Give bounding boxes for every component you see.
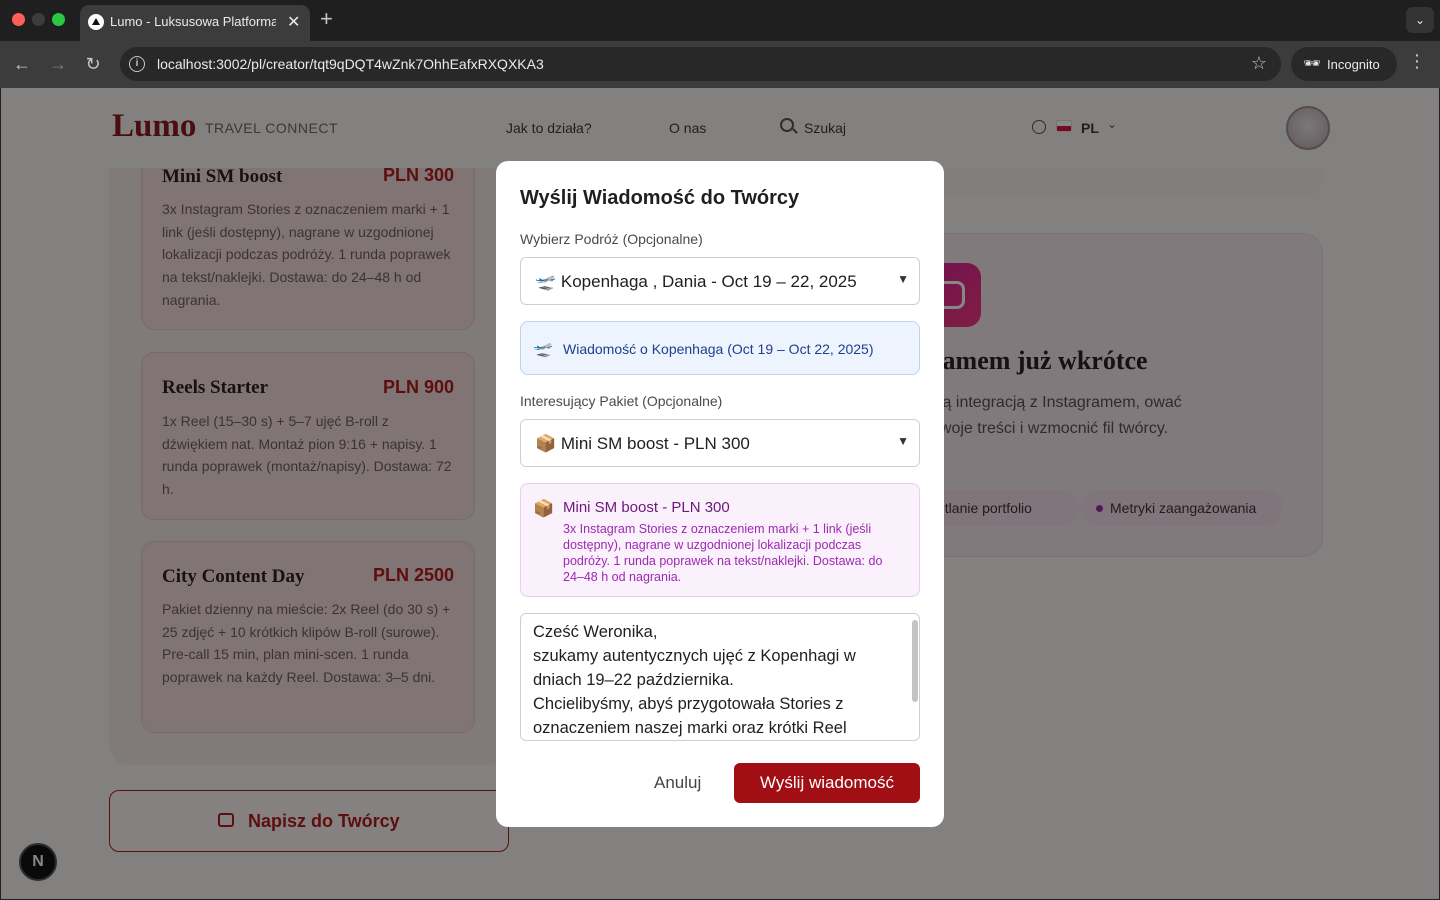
chevron-down-icon: ▼ (897, 434, 909, 448)
selected-trip-text: Wiadomość o Kopenhaga (Oct 19 – Oct 22, … (563, 341, 874, 357)
maximize-window-button[interactable] (52, 13, 65, 26)
page-viewport: Mini SM boost PLN 300 3x Instagram Stori… (1, 88, 1439, 899)
incognito-icon: 🕶 (1303, 55, 1321, 71)
browser-toolbar: ← → ↻ i localhost:3002/pl/creator/tqt9qD… (0, 41, 1440, 88)
airplane-icon: 🛫 (533, 341, 553, 358)
new-tab-button[interactable]: + (320, 8, 333, 30)
address-bar[interactable]: i localhost:3002/pl/creator/tqt9qDQT4wZn… (120, 47, 1281, 81)
favicon-icon (88, 14, 104, 30)
browser-menu-icon[interactable]: ⋮ (1408, 51, 1426, 72)
site-info-icon[interactable]: i (129, 56, 145, 72)
package-icon: 📦 (533, 499, 555, 518)
chevron-down-icon: ▼ (897, 272, 909, 286)
message-textarea[interactable]: Cześć Weronika, szukamy autentycznych uj… (520, 613, 920, 741)
tab-close-icon[interactable]: ✕ (287, 12, 300, 32)
trip-select-value: 🛫 Kopenhaga , Dania - Oct 19 – 22, 2025 (535, 272, 857, 291)
cancel-button[interactable]: Anuluj (654, 773, 701, 793)
bookmark-star-icon[interactable]: ☆ (1251, 53, 1267, 74)
send-message-modal: Wyślij Wiadomość do Twórcy Wybierz Podró… (496, 161, 944, 827)
selected-package-info: 📦 Mini SM boost - PLN 300 3x Instagram S… (520, 483, 920, 597)
browser-tab-bar: Lumo - Luksusowa Platforma ✕ + ⌄ (0, 0, 1440, 41)
incognito-label: Incognito (1327, 57, 1380, 72)
message-text[interactable]: Cześć Weronika, szukamy autentycznych uj… (533, 620, 903, 740)
package-select[interactable]: 📦 Mini SM boost - PLN 300 ▼ (520, 419, 920, 467)
forward-icon[interactable]: → (45, 51, 71, 77)
trip-select[interactable]: 🛫 Kopenhaga , Dania - Oct 19 – 22, 2025 … (520, 257, 920, 305)
textarea-scrollbar[interactable] (912, 620, 918, 702)
selected-package-description: 3x Instagram Stories z oznaczeniem marki… (563, 522, 883, 584)
tab-title: Lumo - Luksusowa Platforma (110, 14, 276, 29)
package-select-label: Interesujący Pakiet (Opcjonalne) (520, 393, 723, 409)
incognito-indicator[interactable]: 🕶 Incognito (1291, 47, 1397, 81)
package-select-value: 📦 Mini SM boost - PLN 300 (535, 434, 750, 453)
close-window-button[interactable] (12, 13, 25, 26)
tab-search-button[interactable]: ⌄ (1406, 7, 1434, 33)
send-message-button[interactable]: Wyślij wiadomość (734, 763, 920, 803)
selected-trip-info: 🛫 Wiadomość o Kopenhaga (Oct 19 – Oct 22… (520, 321, 920, 375)
reload-icon[interactable]: ↻ (80, 51, 106, 77)
back-icon[interactable]: ← (9, 51, 35, 77)
trip-select-label: Wybierz Podróż (Opcjonalne) (520, 231, 703, 247)
minimize-window-button[interactable] (32, 13, 45, 26)
modal-title: Wyślij Wiadomość do Twórcy (520, 187, 800, 209)
selected-package-title: Mini SM boost - PLN 300 (563, 499, 730, 516)
url-text[interactable]: localhost:3002/pl/creator/tqt9qDQT4wZnk7… (157, 56, 544, 72)
browser-tab[interactable]: Lumo - Luksusowa Platforma ✕ (80, 5, 310, 41)
